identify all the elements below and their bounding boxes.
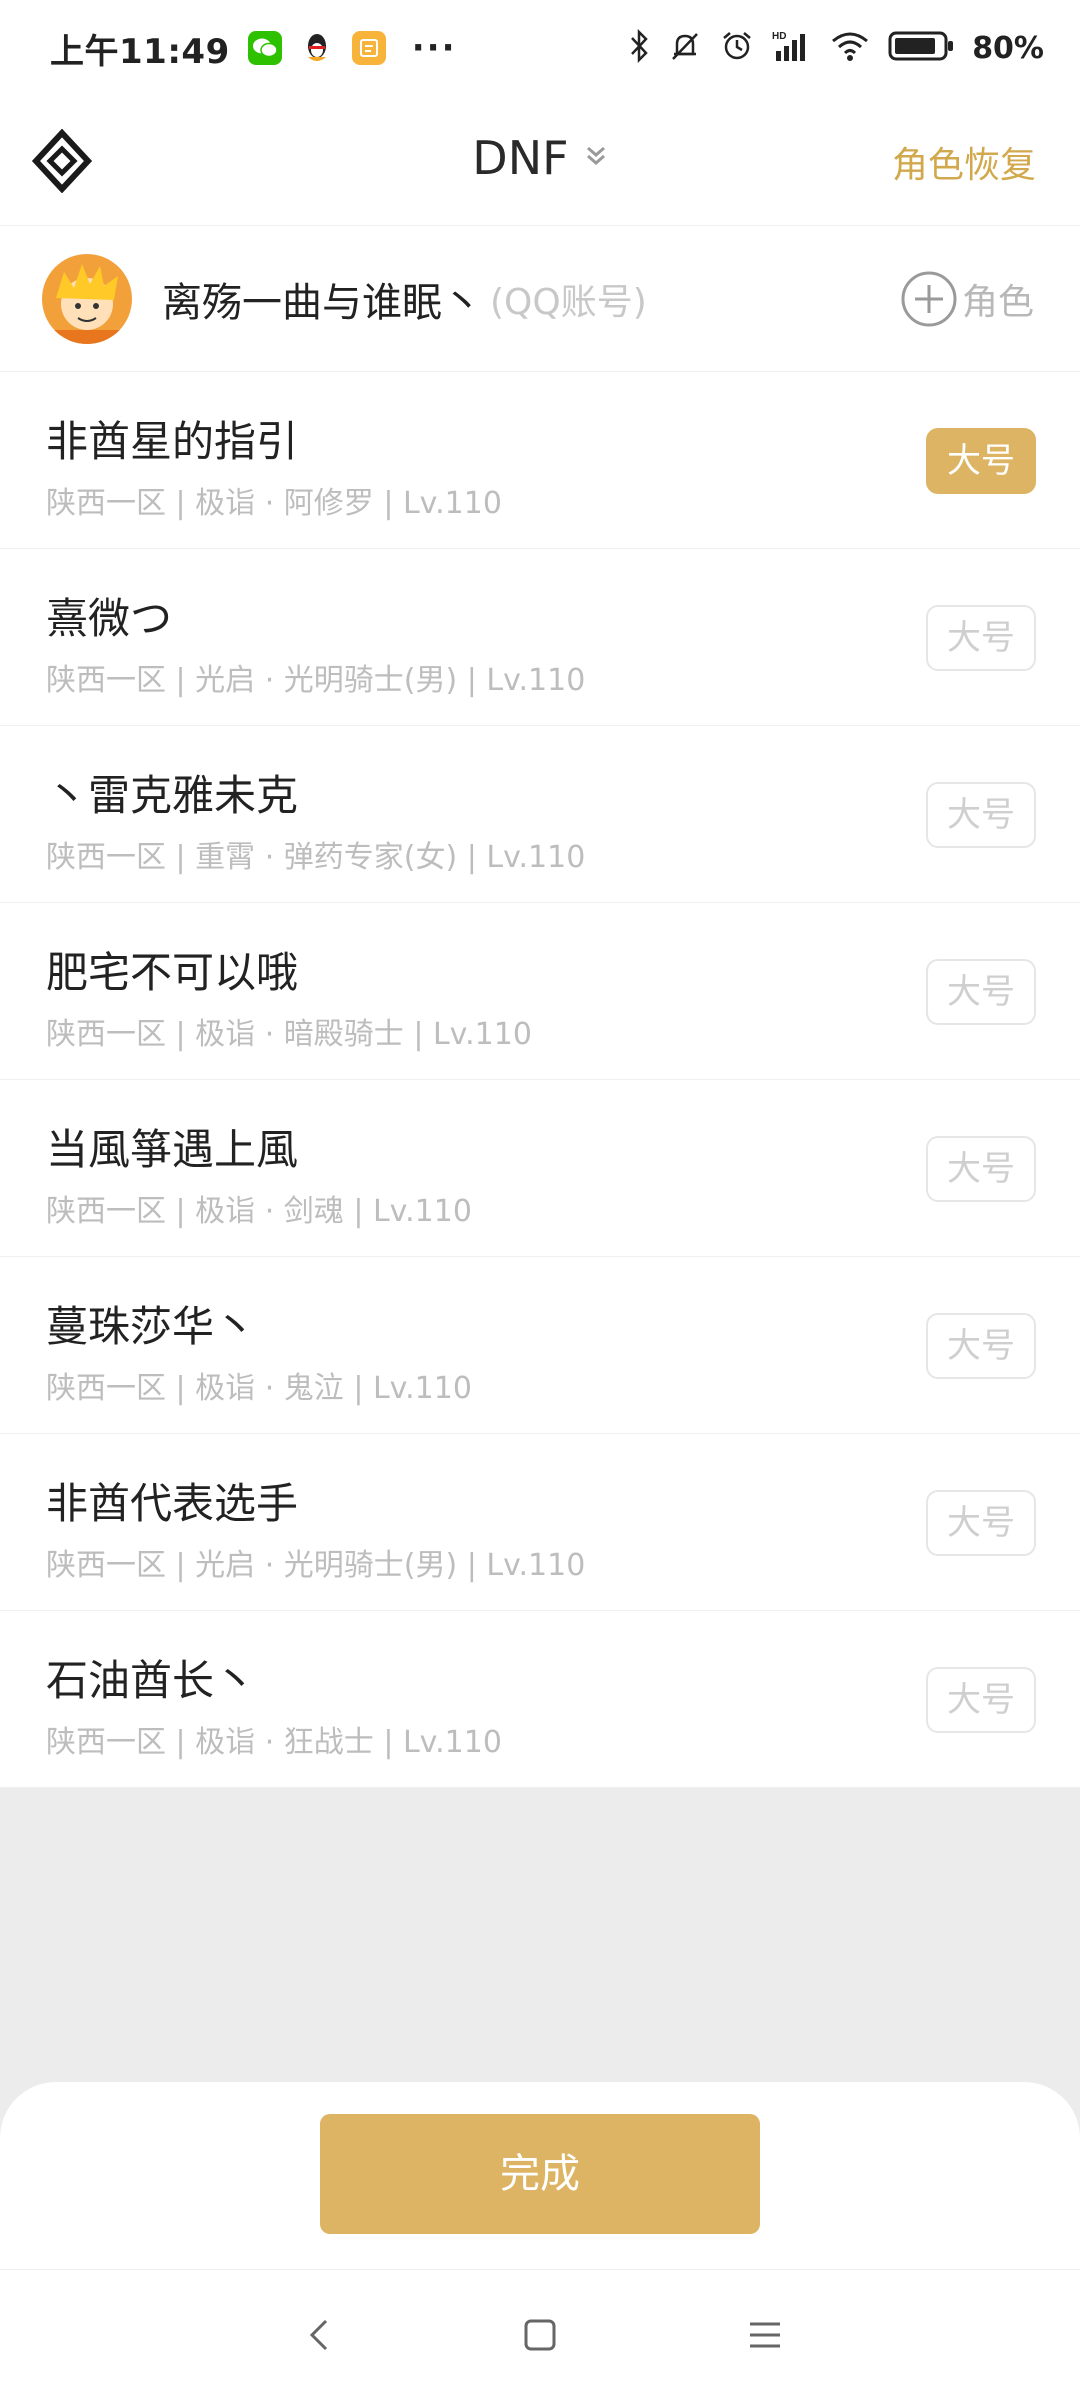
role-info: 陕西一区 | 光启 · 光明骑士(男) | Lv.110 <box>46 663 586 698</box>
back-icon[interactable] <box>300 2315 340 2355</box>
svg-text:HD: HD <box>772 31 786 42</box>
status-time: 上午11:49 <box>50 31 230 72</box>
role-name: 当風箏遇上風 <box>46 1125 299 1174</box>
battery-percentage: 80% <box>972 30 1044 66</box>
alarm-icon <box>720 29 754 67</box>
main-account-toggle[interactable]: 大号 <box>926 1490 1036 1556</box>
main-account-toggle[interactable]: 大号 <box>926 1136 1036 1202</box>
role-name: 非酋代表选手 <box>46 1479 299 1528</box>
role-info: 陕西一区 | 极诣 · 狂战士 | Lv.110 <box>46 1725 502 1760</box>
account-type: (QQ账号) <box>490 281 647 323</box>
role-info: 陕西一区 | 极诣 · 剑魂 | Lv.110 <box>46 1194 472 1229</box>
main-account-toggle[interactable]: 大号 <box>926 1313 1036 1379</box>
add-circle-icon <box>900 270 958 328</box>
role-name: 丶雷克雅未克 <box>46 771 299 820</box>
add-role-label: 角色 <box>961 281 1034 323</box>
home-icon[interactable] <box>520 2315 560 2355</box>
avatar <box>42 253 132 344</box>
role-name: 非酋星的指引 <box>46 417 299 466</box>
bluetooth-icon <box>628 28 650 67</box>
role-item[interactable]: 蔓珠莎华丶 陕西一区 | 极诣 · 鬼泣 | Lv.110 大号 <box>0 1257 1080 1434</box>
role-name: 蔓珠莎华丶 <box>46 1302 257 1351</box>
main-account-toggle[interactable]: 大号 <box>926 1667 1036 1733</box>
chevron-down-icon <box>584 144 608 172</box>
role-name: 肥宅不可以哦 <box>46 948 299 997</box>
role-item[interactable]: 石油酋长丶 陕西一区 | 极诣 · 狂战士 | Lv.110 大号 <box>0 1611 1080 1788</box>
role-item[interactable]: 丶雷克雅未克 陕西一区 | 重霄 · 弹药专家(女) | Lv.110 大号 <box>0 726 1080 903</box>
role-info: 陕西一区 | 极诣 · 暗殿骑士 | Lv.110 <box>46 1017 532 1052</box>
done-button[interactable]: 完成 <box>320 2114 760 2234</box>
role-info: 陕西一区 | 光启 · 光明骑士(男) | Lv.110 <box>46 1548 586 1583</box>
role-item[interactable]: 非酋星的指引 陕西一区 | 极诣 · 阿修罗 | Lv.110 大号 <box>0 372 1080 549</box>
role-info: 陕西一区 | 重霄 · 弹药专家(女) | Lv.110 <box>46 840 586 875</box>
wechat-icon <box>247 31 282 65</box>
status-bar: 上午11:49 ··· HD 80% <box>0 0 1080 96</box>
status-indicators: HD 80% <box>628 28 1044 67</box>
menu-icon[interactable] <box>745 2315 785 2355</box>
role-restore-button[interactable]: 角色恢复 <box>892 136 1036 188</box>
bottom-action-sheet: 完成 <box>0 2082 1080 2270</box>
main-account-toggle[interactable]: 大号 <box>926 959 1036 1025</box>
role-info: 陕西一区 | 极诣 · 鬼泣 | Lv.110 <box>46 1371 472 1406</box>
wifi-icon <box>830 29 870 67</box>
role-list: 非酋星的指引 陕西一区 | 极诣 · 阿修罗 | Lv.110 大号 熹微つ 陕… <box>0 372 1080 1788</box>
add-role-button[interactable]: 角色 <box>900 270 1034 328</box>
mute-icon <box>668 29 702 67</box>
system-nav-bar <box>0 2270 1080 2400</box>
main-account-toggle[interactable]: 大号 <box>926 605 1036 671</box>
account-row: 离殇一曲与谁眠丶 (QQ账号) 角色 <box>0 226 1080 372</box>
role-name: 石油酋长丶 <box>46 1656 257 1705</box>
battery-icon <box>888 30 954 66</box>
role-info: 陕西一区 | 极诣 · 阿修罗 | Lv.110 <box>46 486 502 521</box>
more-icon: ··· <box>411 28 457 68</box>
role-item[interactable]: 当風箏遇上風 陕西一区 | 极诣 · 剑魂 | Lv.110 大号 <box>0 1080 1080 1257</box>
qq-icon <box>300 31 334 65</box>
app-header: DNF 角色恢复 <box>0 96 1080 226</box>
main-account-toggle[interactable]: 大号 <box>926 782 1036 848</box>
signal-icon: HD <box>772 29 812 67</box>
account-name: 离殇一曲与谁眠丶 <box>162 279 482 326</box>
notes-icon <box>351 31 386 65</box>
role-item[interactable]: 非酋代表选手 陕西一区 | 光启 · 光明骑士(男) | Lv.110 大号 <box>0 1434 1080 1611</box>
role-name: 熹微つ <box>46 594 173 643</box>
page-title: DNF <box>472 131 569 185</box>
main-account-toggle[interactable]: 大号 <box>926 428 1036 494</box>
role-item[interactable]: 肥宅不可以哦 陕西一区 | 极诣 · 暗殿骑士 | Lv.110 大号 <box>0 903 1080 1080</box>
role-item[interactable]: 熹微つ 陕西一区 | 光启 · 光明骑士(男) | Lv.110 大号 <box>0 549 1080 726</box>
